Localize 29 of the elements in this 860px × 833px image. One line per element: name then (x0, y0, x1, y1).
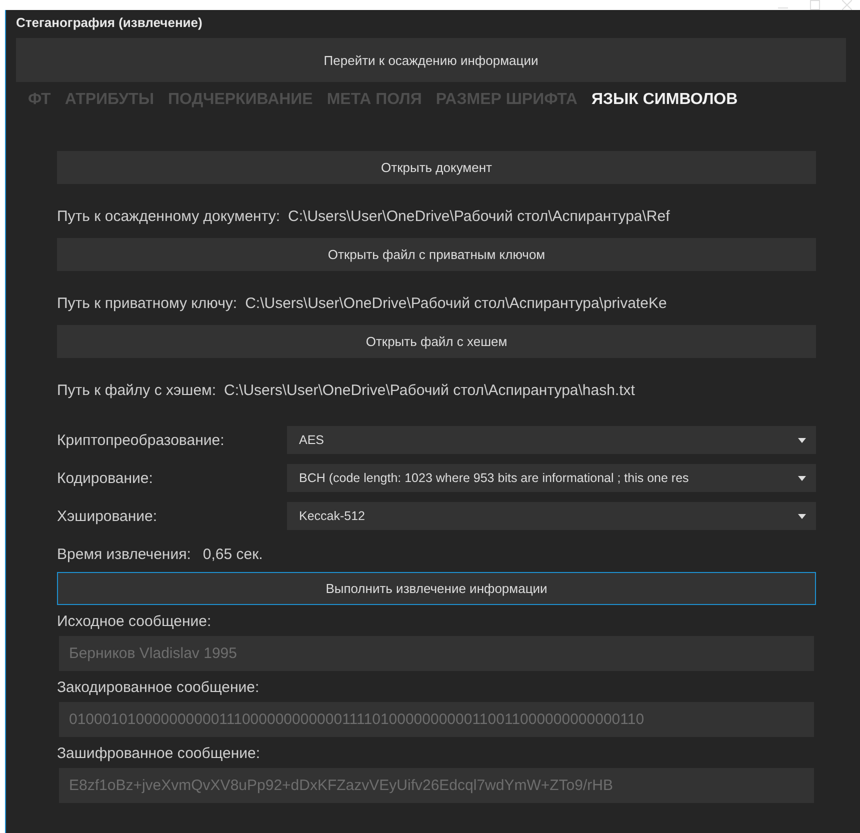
field-label: Зашифрованное сообщение: (57, 745, 262, 762)
option-label: Кодирование: (57, 470, 154, 486)
path-label: Путь к приватному ключу: (57, 295, 238, 314)
window-title: Стеганография (извлечение) (16, 14, 204, 32)
extract-button[interactable]: Выполнить извлечение информации (57, 572, 816, 605)
time-label: Время извлечения: (57, 546, 191, 563)
open-file-button[interactable]: Открыть документ (57, 151, 816, 184)
navigate-button[interactable]: Перейти к осаждению информации (16, 38, 846, 82)
caret-icon (798, 476, 806, 480)
field-label: Закодированное сообщение: (57, 679, 260, 696)
option-label: Криптопреобразование: (57, 432, 226, 448)
caret-icon (798, 514, 806, 518)
path-value: C:\Users\User\OneDrive\Рабочий стол\Аспирантура\hash.txt (224, 382, 635, 401)
dropdown[interactable]: Keccak-512 (287, 502, 816, 530)
open-file-button[interactable]: Открыть файл с приватным ключом (57, 238, 816, 271)
path-value: C:\Users\User\OneDrive\Рабочий стол\Аспирантура\privateKe (245, 295, 667, 314)
option-label: Хэширование: (57, 508, 158, 524)
dropdown[interactable]: AES (287, 426, 816, 454)
close-icon[interactable] (842, 0, 852, 10)
time-value: 0,65 сек. (202, 546, 263, 563)
open-file-button[interactable]: Открыть файл с хешем (57, 325, 816, 358)
path-label: Путь к осажденному документу: (57, 208, 280, 227)
path-value: C:\Users\User\OneDrive\Рабочий стол\Аспирантура\Ref (288, 208, 670, 227)
dropdown[interactable]: BCH (code length: 1023 where 953 bits are informational ; this one res (287, 464, 816, 492)
caret-icon (798, 438, 806, 442)
maximize-icon[interactable] (810, 0, 820, 10)
path-label: Путь к файлу с хэшем: (57, 382, 216, 401)
field-label: Исходное сообщение: (57, 613, 212, 630)
tab[interactable]: ЯЗЫК СИМВОЛОВ (591, 90, 738, 110)
